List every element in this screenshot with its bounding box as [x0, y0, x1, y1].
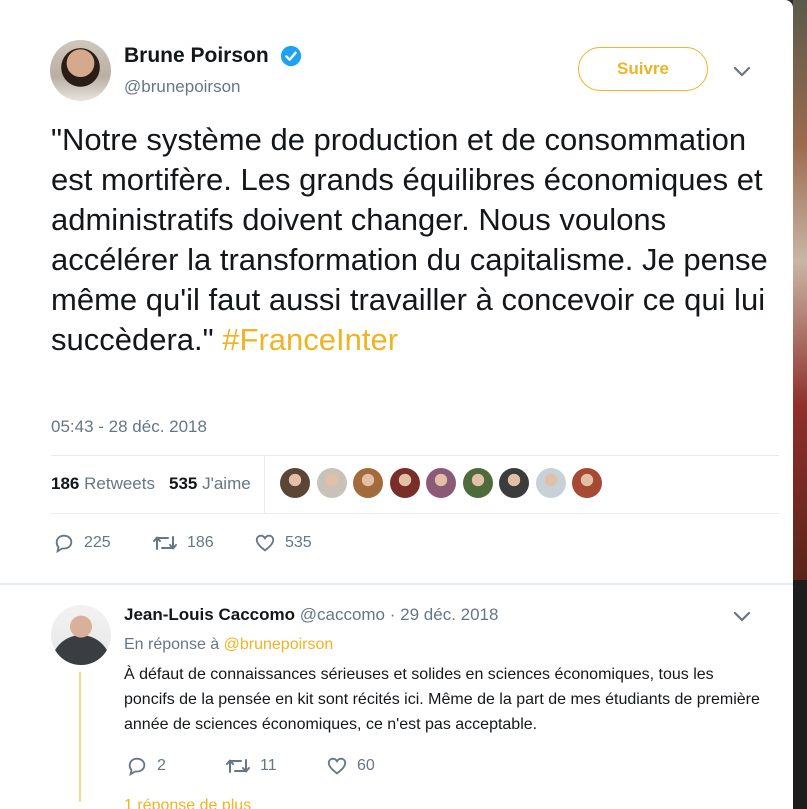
more-replies-link[interactable]: 1 réponse de plus — [124, 797, 251, 809]
liker-avatar[interactable] — [389, 468, 420, 498]
reply-author-handle[interactable]: @caccomo — [300, 605, 385, 624]
likes-stat[interactable]: 535 J'aime — [169, 474, 251, 494]
tweet-stats: 186 Retweets 535 J'aime — [51, 455, 779, 513]
retweet-count: 186 — [187, 534, 214, 551]
author-handle[interactable]: @brunepoirson — [124, 77, 241, 97]
retweet-icon — [226, 759, 250, 773]
reply-icon — [128, 757, 146, 777]
tweet-body: "Notre système de production et de conso… — [51, 122, 768, 357]
reply-count: 225 — [84, 534, 111, 551]
liker-avatar[interactable] — [316, 468, 347, 498]
reply-icon — [55, 534, 73, 554]
retweet-icon — [153, 536, 177, 550]
likes-count: 535 — [169, 474, 198, 493]
author-name[interactable]: Brune Poirson — [124, 44, 269, 68]
reply-author-name[interactable]: Jean-Louis Caccomo — [124, 605, 295, 624]
follow-button[interactable]: Suivre — [578, 47, 708, 91]
reply-author-avatar[interactable] — [51, 605, 111, 665]
hashtag-link[interactable]: #FranceInter — [222, 322, 398, 357]
background-photo-edge — [793, 0, 807, 580]
tweet-timestamp[interactable]: 05:43 - 28 déc. 2018 — [51, 417, 207, 437]
retweets-stat[interactable]: 186 Retweets — [51, 474, 155, 494]
retweets-label: Retweets — [84, 474, 155, 493]
liker-avatar[interactable] — [353, 468, 383, 498]
retweet-count: 11 — [260, 757, 277, 774]
heart-icon — [327, 757, 347, 775]
like-action[interactable]: 535 — [254, 532, 312, 554]
thread-separator — [0, 583, 793, 585]
reply-action[interactable]: 225 — [53, 532, 111, 554]
tweet-text: "Notre système de production et de conso… — [51, 120, 781, 360]
retweets-count: 186 — [51, 474, 80, 493]
retweet-action[interactable]: 11 — [225, 755, 277, 777]
like-action[interactable]: 60 — [326, 755, 375, 777]
liker-avatar[interactable] — [462, 468, 493, 498]
reply-header: Jean-Louis Caccomo @caccomo · 29 déc. 20… — [124, 605, 498, 625]
heart-icon — [255, 534, 275, 552]
reply-date[interactable]: · 29 déc. 2018 — [390, 605, 499, 624]
main-tweet: Brune Poirson @brunepoirson Suivre "Notr… — [0, 0, 793, 583]
tweet-modal: Brune Poirson @brunepoirson Suivre "Notr… — [0, 0, 793, 809]
liker-avatar[interactable] — [572, 468, 602, 498]
mention-link[interactable]: @brunepoirson — [224, 636, 334, 653]
reply-text: À défaut de connaissances sérieuses et s… — [124, 666, 760, 733]
chevron-down-icon[interactable] — [733, 66, 751, 78]
liker-avatar[interactable] — [499, 468, 529, 498]
background-dark-edge — [793, 580, 807, 809]
like-count: 60 — [357, 757, 375, 774]
reply-count: 2 — [157, 757, 166, 774]
like-count: 535 — [285, 534, 312, 551]
reply-action[interactable]: 2 — [126, 755, 166, 777]
retweet-action[interactable]: 186 — [152, 532, 214, 554]
divider — [51, 513, 779, 514]
reply-context: En réponse à @brunepoirson — [124, 636, 333, 654]
liker-avatar[interactable] — [535, 468, 566, 498]
liker-avatar[interactable] — [280, 468, 310, 498]
liker-avatar[interactable] — [426, 468, 456, 498]
verified-badge-icon — [280, 45, 302, 67]
chevron-down-icon[interactable] — [733, 611, 751, 623]
likes-label: J'aime — [202, 474, 251, 493]
stats-divider — [264, 455, 265, 513]
author-avatar[interactable] — [50, 40, 111, 101]
thread-line — [79, 672, 81, 802]
reply-context-prefix: En réponse à — [124, 636, 220, 653]
